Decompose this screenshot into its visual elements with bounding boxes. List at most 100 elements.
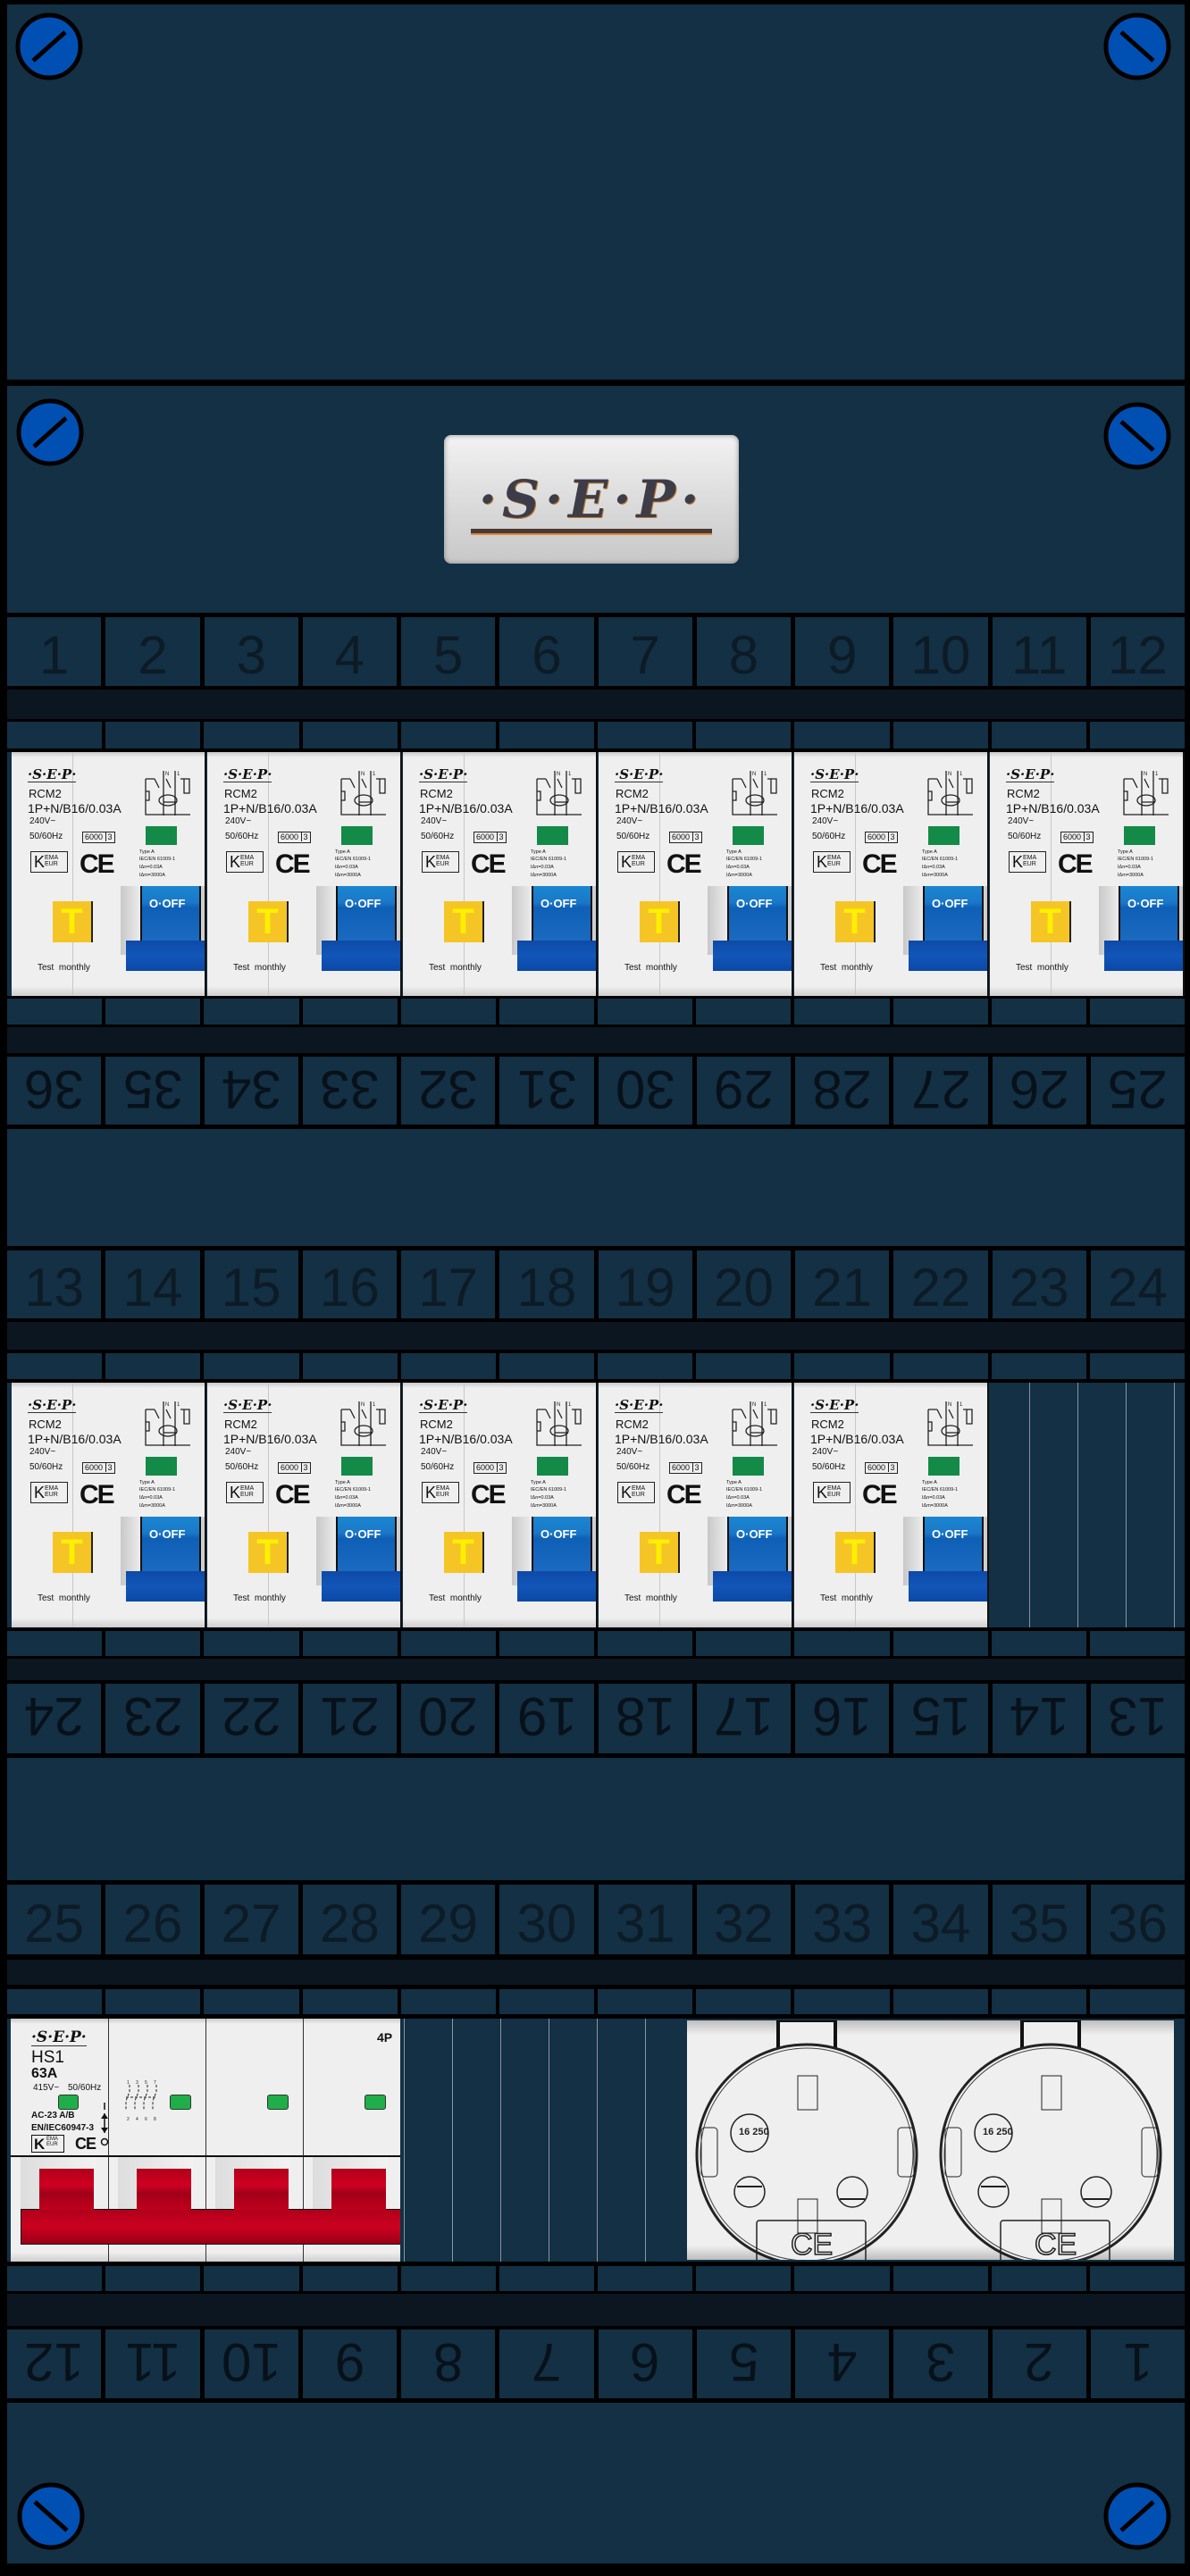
- type-label: Type A: [139, 1480, 155, 1485]
- toggle-switch[interactable]: O·OFF: [923, 886, 984, 941]
- circuit-number-row-3-reversed: 12 11 10 9 8 7 6 5 4 3 2 1: [7, 2329, 1185, 2398]
- circuit-number: 11: [1010, 625, 1068, 685]
- circuit-number-label: 34: [204, 1057, 298, 1125]
- test-button[interactable]: T: [248, 1532, 289, 1573]
- circuit-number: 12: [24, 2332, 84, 2392]
- on-off-arrow-icon: [100, 2103, 109, 2146]
- ce-mark: CE: [1058, 849, 1094, 879]
- circuit-number-label: 13: [7, 1250, 102, 1318]
- circuit-number: 36: [24, 1059, 84, 1119]
- idn-label: IΔn=0.03A: [726, 865, 750, 870]
- test-button[interactable]: T: [640, 1532, 680, 1573]
- rating-mark: 16 250: [739, 2127, 769, 2137]
- circuit-number: 28: [320, 1894, 380, 1953]
- switch-label: O·OFF: [149, 897, 186, 910]
- handle-segment[interactable]: [137, 2169, 191, 2210]
- rail-strip: [7, 1027, 1185, 1053]
- screw-icon[interactable]: [17, 2482, 85, 2550]
- standard-label: IEC/EN 61009-1: [335, 1487, 372, 1493]
- test-button[interactable]: T: [53, 1532, 93, 1573]
- toggle-switch[interactable]: O·OFF: [336, 886, 397, 941]
- toggle-switch[interactable]: O·OFF: [1119, 886, 1179, 941]
- voltage-label: 240V~: [421, 816, 448, 826]
- switch-base: [1104, 941, 1183, 971]
- circuit-number-label: 31: [598, 1885, 692, 1954]
- test-button[interactable]: T: [444, 901, 484, 942]
- circuit-number: 2: [138, 625, 168, 685]
- screw-icon[interactable]: [1103, 13, 1171, 80]
- handle-segment[interactable]: [331, 2169, 386, 2210]
- circuit-number-label: 31: [499, 1057, 594, 1125]
- circuit-number-label: 28: [795, 1057, 890, 1125]
- capacity-box: 6000 3: [669, 1462, 702, 1474]
- voltage-label: 240V~: [812, 1447, 839, 1457]
- capacity-class: 3: [300, 1463, 308, 1472]
- circuit-number: 25: [1108, 1059, 1168, 1119]
- status-indicator: [928, 1457, 960, 1476]
- rcd-breaker: ·S·E·P· RCM2 1P+N/B16/0.03A 240V~ 50/60H…: [990, 752, 1185, 996]
- circuit-number-label: 6: [499, 617, 594, 686]
- breaker-row-2: ·S·E·P· RCM2 1P+N/B16/0.03A 240V~ 50/60H…: [7, 1383, 1185, 1627]
- capacity-class: 3: [1083, 832, 1091, 841]
- switch-label: O·OFF: [736, 1527, 773, 1541]
- schuko-socket[interactable]: 16 250 CE: [934, 2020, 1167, 2260]
- brand-label: ·S·E·P·: [615, 766, 664, 782]
- screw-icon[interactable]: [1103, 402, 1171, 470]
- toggle-switch[interactable]: O·OFF: [336, 1517, 397, 1571]
- empty-slot-divider: [645, 2019, 646, 2262]
- svg-text:1: 1: [960, 1402, 963, 1408]
- circuit-number-row-1-reversed: 36 35 34 33 32 31 30 29 28 27 26 25: [7, 1057, 1185, 1125]
- screw-icon[interactable]: [16, 398, 84, 466]
- idn-label: IΔn=0.03A: [531, 865, 554, 870]
- screw-icon[interactable]: [1103, 2482, 1171, 2550]
- toggle-switch[interactable]: O·OFF: [532, 886, 592, 941]
- toggle-switch[interactable]: O·OFF: [140, 886, 201, 941]
- toggle-switch[interactable]: O·OFF: [140, 1517, 201, 1571]
- test-note: Test monthly: [429, 963, 482, 973]
- test-button[interactable]: T: [835, 1532, 876, 1573]
- test-button[interactable]: T: [444, 1532, 484, 1573]
- handle-segment[interactable]: [39, 2169, 94, 2210]
- svg-text:1: 1: [177, 772, 180, 777]
- model-label: RCM2: [616, 787, 649, 800]
- circuit-number-label: 26: [992, 1057, 1086, 1125]
- toggle-switch[interactable]: O·OFF: [727, 886, 788, 941]
- wiring-diagram-icon: N1: [340, 771, 386, 815]
- svg-text:N: N: [948, 772, 951, 777]
- ce-mark: CE: [75, 2135, 96, 2153]
- screw-icon[interactable]: [15, 13, 83, 80]
- capacity-box: 6000 3: [82, 1462, 115, 1474]
- rail-strip: [7, 1322, 1185, 1350]
- test-button[interactable]: T: [248, 901, 289, 942]
- standard-label: IEC/EN 61009-1: [139, 857, 176, 862]
- circuit-number: 35: [122, 1059, 183, 1119]
- svg-text:N: N: [1144, 772, 1147, 777]
- svg-text:1: 1: [1155, 772, 1159, 777]
- circuit-number-label: 9: [302, 2329, 397, 2398]
- handle-segment[interactable]: [234, 2169, 289, 2210]
- capacity-label: 6000: [867, 1463, 886, 1472]
- test-button[interactable]: T: [53, 901, 93, 942]
- test-button[interactable]: T: [640, 901, 680, 942]
- svg-text:1: 1: [177, 1402, 180, 1408]
- type-label: Type A: [139, 849, 155, 855]
- toggle-switch[interactable]: O·OFF: [923, 1517, 984, 1571]
- circuit-number: 31: [615, 1894, 675, 1953]
- wiring-diagram-icon: N1: [1123, 771, 1169, 815]
- main-switch-handle[interactable]: [21, 2209, 400, 2245]
- kema-text: EMA EUR: [827, 855, 841, 867]
- circuit-number-label: 8: [401, 2329, 496, 2398]
- toggle-switch[interactable]: O·OFF: [532, 1517, 592, 1571]
- slot-cells: [7, 722, 1186, 749]
- circuit-number-label: 12: [1090, 617, 1185, 686]
- brand-label: ·S·E·P·: [223, 1397, 272, 1413]
- schuko-socket[interactable]: 16 250 CE: [691, 2020, 923, 2260]
- switch-label: O·OFF: [541, 1527, 577, 1541]
- test-button[interactable]: T: [835, 901, 876, 942]
- test-note: Test monthly: [624, 963, 677, 973]
- toggle-switch[interactable]: O·OFF: [727, 1517, 788, 1571]
- brand-label: ·S·E·P·: [1006, 766, 1055, 782]
- circuit-number-label: 24: [7, 1684, 102, 1753]
- circuit-number-label: 21: [795, 1250, 890, 1318]
- test-button[interactable]: T: [1031, 901, 1071, 942]
